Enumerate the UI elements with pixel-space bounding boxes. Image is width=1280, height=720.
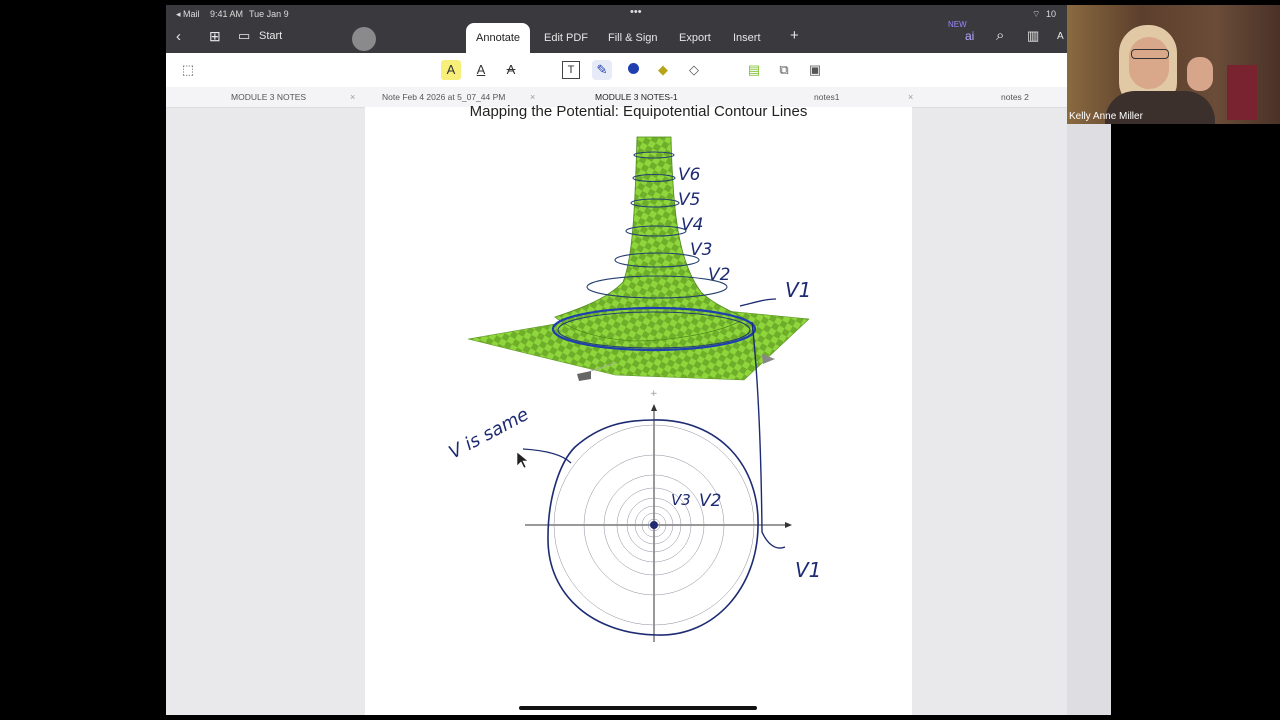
close-tab-icon[interactable]: × — [350, 87, 355, 107]
ai-assistant-icon[interactable]: ai — [965, 29, 974, 43]
add-tab-button[interactable]: + — [790, 27, 799, 44]
label-v2-lower: V2 — [699, 491, 721, 511]
back-chevron-icon[interactable]: ‹ — [176, 28, 181, 45]
text-size-icon[interactable]: A — [1057, 31, 1064, 42]
tab-insert[interactable]: Insert — [723, 23, 771, 53]
potential-spike — [554, 136, 746, 342]
sticker-icon[interactable]: ▣ — [805, 60, 825, 80]
app-toolbar: ◂ Mail 9:41 AM Tue Jan 9 ••• ⌔ 10 ‹ ⊞ ▭ … — [166, 5, 1067, 53]
status-time: 9:41 AM — [210, 9, 244, 19]
pen-icon[interactable]: ✎ — [592, 60, 612, 80]
svg-text:+: + — [650, 389, 658, 399]
label-v3-lower: V3 — [671, 491, 691, 509]
wifi-icon: ⌔ — [1032, 9, 1041, 19]
text-box-icon[interactable]: T — [562, 61, 580, 79]
tab-annotate[interactable]: Annotate — [466, 23, 531, 53]
start-button[interactable]: Start — [259, 30, 282, 42]
new-badge: NEW — [948, 20, 967, 29]
search-icon[interactable]: ⌕ — [996, 27, 1004, 44]
comment-icon[interactable]: ▤ — [744, 60, 764, 80]
label-v1: V1 — [785, 278, 811, 302]
presenter-hand — [1187, 57, 1213, 91]
shapes-icon[interactable]: ⧉ — [774, 60, 794, 80]
glasses-icon — [1131, 49, 1169, 59]
strikethrough-text-icon[interactable]: A — [501, 60, 521, 80]
potential-figure: + V6 V5 V4 V3 V2 V1 V is same V3 V2 V1 — [445, 136, 821, 642]
tab-fill-sign[interactable]: Fill & Sign — [598, 23, 668, 53]
eraser-icon[interactable]: ◇ — [684, 60, 704, 80]
label-v2: V2 — [708, 265, 730, 285]
reader-book-icon[interactable]: ▥ — [1027, 28, 1039, 44]
highlight-text-icon[interactable]: A — [441, 60, 461, 80]
underline-text-icon[interactable]: A — [471, 60, 491, 80]
grid-view-icon[interactable]: ⊞ — [209, 28, 221, 45]
start-presentation-icon[interactable]: ▭ — [238, 28, 250, 44]
point-charge — [650, 521, 658, 529]
tab-edit-pdf[interactable]: Edit PDF — [534, 23, 598, 53]
pen-color-icon[interactable] — [623, 60, 643, 80]
label-v1-lower: V1 — [795, 558, 821, 582]
axis-marker-left — [577, 371, 591, 381]
pdf-page[interactable]: Mapping the Potential: Equipotential Con… — [365, 103, 912, 715]
highlighter-icon[interactable]: ◆ — [653, 60, 673, 80]
multitask-dots-icon[interactable]: ••• — [630, 6, 642, 18]
presenter-face — [1129, 37, 1169, 89]
webcam-overlay: Kelly Anne Miller — [1067, 5, 1280, 124]
status-battery: 10 — [1046, 9, 1057, 19]
annotation-toolbar: ⬚ A A A T ✎ ◆ ◇ ▤ ⧉ ▣ — [166, 53, 1067, 88]
label-v4: V4 — [681, 215, 703, 235]
doc-tab-module-3-notes[interactable]: MODULE 3 NOTES — [231, 87, 306, 107]
ipad-screen: ◂ Mail 9:41 AM Tue Jan 9 ••• ⌔ 10 ‹ ⊞ ▭ … — [166, 5, 1067, 715]
ipad-background-edge — [1067, 124, 1111, 715]
tab-export[interactable]: Export — [669, 23, 721, 53]
presenter-name: Kelly Anne Miller — [1069, 111, 1143, 122]
label-v3: V3 — [690, 240, 712, 260]
background-clothing — [1227, 65, 1257, 120]
home-indicator[interactable] — [519, 706, 757, 710]
selection-box-icon[interactable]: ⬚ — [178, 60, 198, 80]
record-button[interactable] — [352, 27, 376, 51]
doc-tab-notes-2[interactable]: notes 2 — [1001, 87, 1029, 107]
label-v6: V6 — [678, 165, 701, 185]
status-back-app[interactable]: ◂ Mail — [176, 9, 200, 20]
label-v5: V5 — [678, 190, 700, 210]
status-date: Tue Jan 9 — [249, 9, 289, 19]
mouse-cursor-icon — [516, 451, 529, 469]
